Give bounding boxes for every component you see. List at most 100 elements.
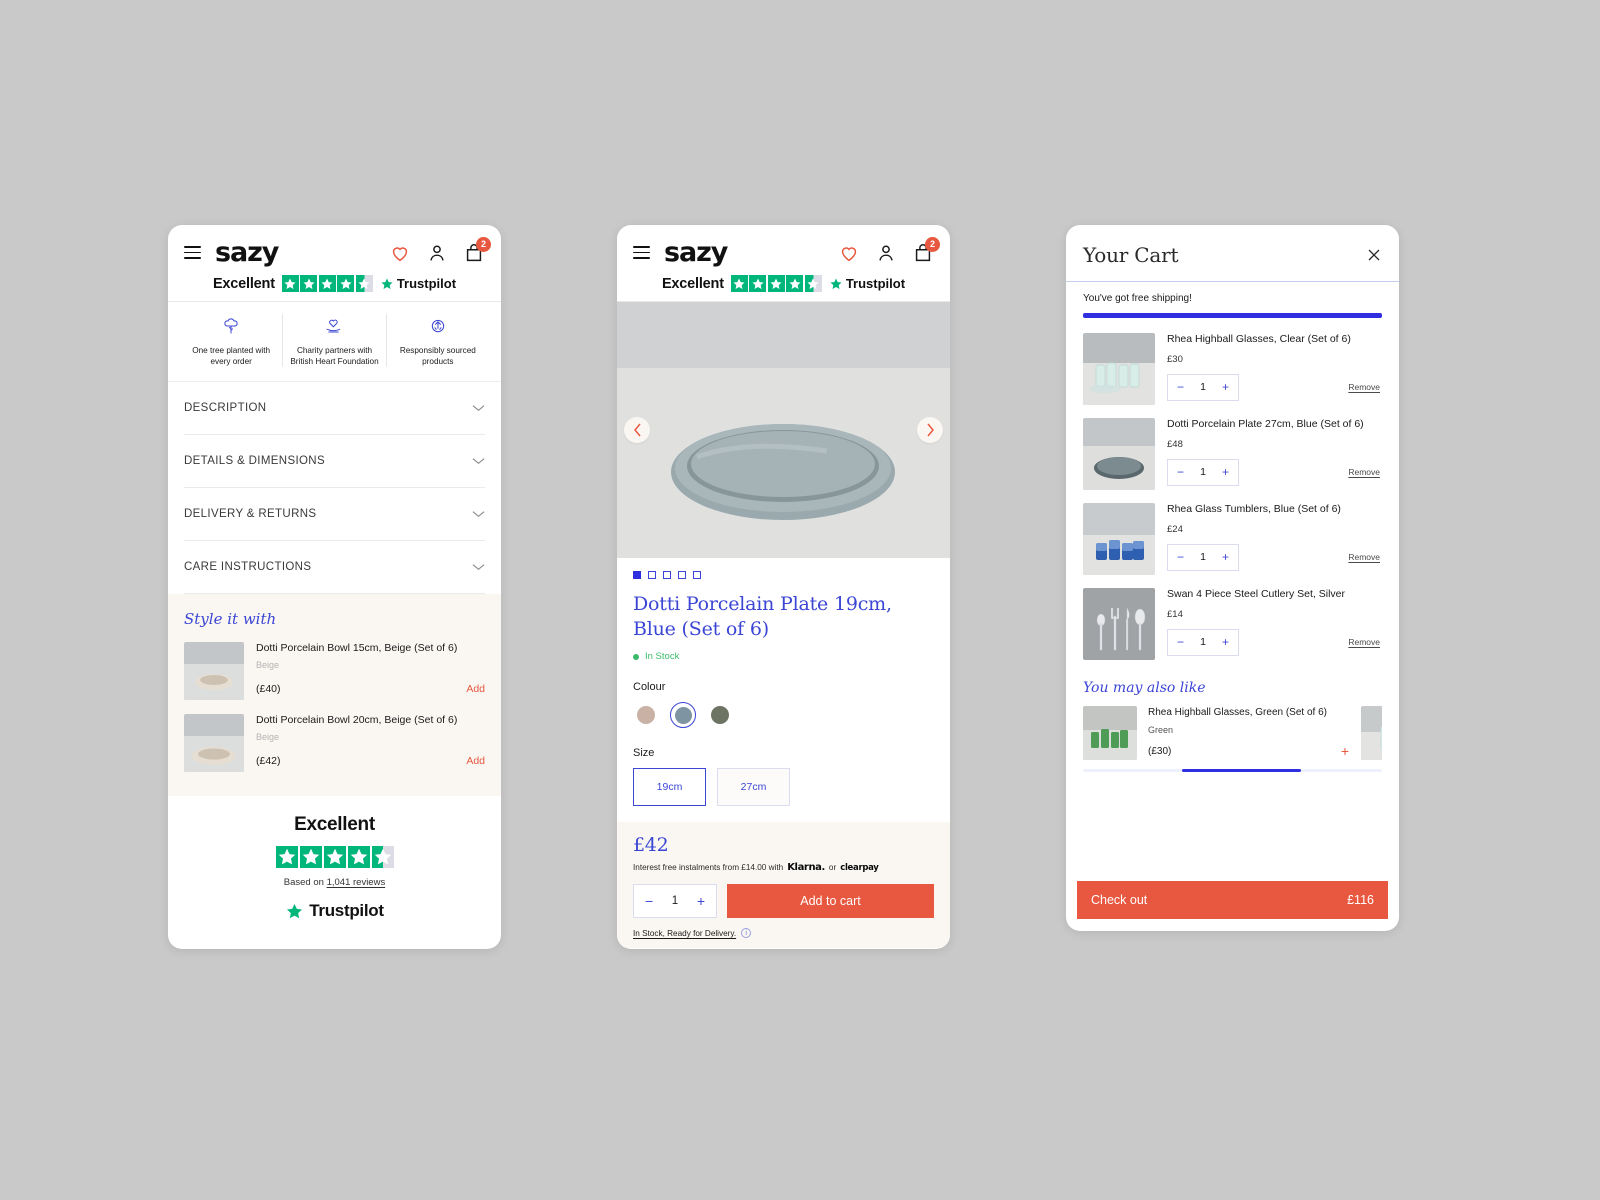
quantity-stepper[interactable]: − 1 + — [1167, 628, 1239, 656]
cart-item-name[interactable]: Swan 4 Piece Steel Cutlery Set, Silver — [1167, 588, 1382, 602]
quantity-decrease-button[interactable]: − — [1177, 381, 1184, 393]
brand-logo[interactable]: sazy — [664, 239, 728, 266]
carousel-scrollbar-track[interactable] — [1083, 769, 1382, 772]
review-count[interactable]: 1,041 reviews — [327, 877, 386, 888]
trustpilot-brand: Trustpilot — [380, 276, 456, 291]
product-thumbnail[interactable] — [1083, 333, 1155, 405]
chevron-down-icon — [472, 511, 485, 518]
info-icon[interactable]: i — [741, 928, 752, 939]
quantity-increase-button[interactable]: + — [1222, 466, 1229, 478]
quantity-value: 1 — [1200, 466, 1206, 479]
accordion-description[interactable]: DESCRIPTION — [184, 382, 485, 436]
quantity-stepper[interactable]: − 1 + — [1167, 543, 1239, 571]
user-icon[interactable] — [875, 242, 897, 264]
quantity-increase-button[interactable]: + — [1222, 381, 1229, 393]
star-icon — [347, 846, 370, 869]
cart-item-controls: − 1 + Remove — [1167, 543, 1382, 571]
product-price: (£30) — [1148, 745, 1172, 757]
product-thumbnail[interactable] — [184, 714, 244, 773]
product-thumbnail[interactable] — [1083, 588, 1155, 660]
product-name[interactable]: Dotti Porcelain Bowl 20cm, Beige (Set of… — [256, 714, 485, 728]
quantity-increase-button[interactable]: + — [1222, 636, 1229, 648]
based-on-prefix: Based on — [283, 877, 327, 889]
pdp-body: Dotti Porcelain Plate 19cm, Blue (Set of… — [617, 579, 950, 807]
accordion-details-dimensions[interactable]: DETAILS & DIMENSIONS — [184, 435, 485, 489]
heart-icon[interactable] — [838, 242, 860, 264]
recommendation-info: Rhea Highball Glasses, Green (Set of 6) … — [1148, 706, 1349, 760]
gallery-prev-button[interactable] — [624, 417, 650, 443]
remove-item-button[interactable]: Remove — [1348, 467, 1380, 477]
trustpilot-strip[interactable]: Excellent Trustpilot — [617, 272, 950, 302]
user-icon[interactable] — [426, 242, 448, 264]
recommendation-item-partial[interactable] — [1361, 706, 1382, 760]
accordion-delivery-returns[interactable]: DELIVERY & RETURNS — [184, 488, 485, 542]
add-button[interactable]: Add — [466, 683, 485, 695]
product-gallery[interactable] — [617, 302, 950, 558]
tree-icon — [186, 314, 276, 338]
quantity-decrease-button[interactable]: − — [1177, 551, 1184, 563]
product-thumbnail[interactable] — [184, 642, 244, 701]
product-thumbnail[interactable] — [1083, 706, 1137, 760]
product-thumbnail[interactable] — [1083, 418, 1155, 490]
remove-item-button[interactable]: Remove — [1348, 552, 1380, 562]
cart-item-info: Rhea Highball Glasses, Clear (Set of 6) … — [1167, 333, 1382, 405]
top-bar-left: sazy 2 — [168, 225, 501, 272]
recommendations-carousel[interactable]: Rhea Highball Glasses, Green (Set of 6) … — [1083, 706, 1382, 760]
accordion-care-instructions[interactable]: CARE INSTRUCTIONS — [184, 541, 485, 595]
gallery-next-button[interactable] — [917, 417, 943, 443]
star-icon — [767, 275, 785, 292]
add-button[interactable]: Add — [466, 755, 485, 767]
add-recommendation-button[interactable]: + — [1341, 744, 1349, 758]
financing-or: or — [828, 863, 837, 873]
star-icon — [337, 275, 355, 292]
cart-item-controls: − 1 + Remove — [1167, 373, 1382, 401]
gallery-dot-5[interactable] — [693, 571, 701, 579]
cart-item-name[interactable]: Dotti Porcelain Plate 27cm, Blue (Set of… — [1167, 418, 1382, 432]
quantity-stepper[interactable]: − 1 + — [1167, 458, 1239, 486]
cart-item-name[interactable]: Rhea Glass Tumblers, Blue (Set of 6) — [1167, 503, 1382, 517]
hamburger-icon[interactable] — [184, 246, 201, 259]
quantity-stepper[interactable]: − 1 + — [633, 884, 717, 919]
quantity-decrease-button[interactable]: − — [1177, 636, 1184, 648]
quantity-value: 1 — [1200, 551, 1206, 564]
add-to-cart-button[interactable]: Add to cart — [727, 884, 934, 919]
phone-panel-pdp-details: sazy 2 Excellent Trustpilot One tree pla… — [168, 225, 501, 949]
checkout-button[interactable]: Check out £116 — [1077, 881, 1388, 919]
gallery-dot-2[interactable] — [648, 571, 656, 579]
quantity-stepper[interactable]: − 1 + — [1167, 373, 1239, 401]
header-icons: 2 — [838, 236, 940, 264]
remove-item-button[interactable]: Remove — [1348, 382, 1380, 392]
trustpilot-strip[interactable]: Excellent Trustpilot — [168, 272, 501, 302]
heart-icon[interactable] — [389, 242, 411, 264]
size-option-27cm[interactable]: 27cm — [717, 768, 790, 807]
quantity-decrease-button[interactable]: − — [645, 894, 653, 908]
brand-logo[interactable]: sazy — [215, 239, 279, 266]
colour-swatch-green[interactable] — [707, 702, 733, 728]
hamburger-icon[interactable] — [633, 246, 650, 259]
colour-swatch-beige[interactable] — [633, 702, 659, 728]
star-icon — [323, 846, 346, 869]
product-thumbnail[interactable] — [1361, 706, 1382, 760]
trustpilot-footer-brand[interactable]: Trustpilot — [168, 901, 501, 921]
product-name[interactable]: Rhea Highball Glasses, Green (Set of 6) — [1148, 706, 1349, 719]
financing-text: Interest free instalments from £14.00 wi… — [633, 863, 784, 873]
cart-item-name[interactable]: Rhea Highball Glasses, Clear (Set of 6) — [1167, 333, 1382, 347]
close-icon[interactable] — [1366, 247, 1382, 263]
gallery-dot-4[interactable] — [678, 571, 686, 579]
phone-panel-cart: Your Cart You've got free shipping! Rhea… — [1066, 225, 1399, 931]
colour-swatch-blue[interactable] — [670, 702, 696, 729]
remove-item-button[interactable]: Remove — [1348, 637, 1380, 647]
quantity-increase-button[interactable]: + — [697, 894, 705, 908]
carousel-scrollbar-thumb[interactable] — [1181, 769, 1302, 772]
size-option-19cm[interactable]: 19cm — [633, 768, 706, 807]
delivery-note[interactable]: In Stock, Ready for Delivery. i — [633, 928, 934, 939]
gallery-dot-3[interactable] — [663, 571, 671, 579]
quantity-increase-button[interactable]: + — [1222, 551, 1229, 563]
product-name[interactable]: Dotti Porcelain Bowl 15cm, Beige (Set of… — [256, 642, 485, 656]
cart-icon-wrapper[interactable]: 2 — [463, 236, 491, 264]
cart-icon-wrapper[interactable]: 2 — [912, 236, 940, 264]
trustpilot-rating-word: Excellent — [212, 275, 275, 292]
product-thumbnail[interactable] — [1083, 503, 1155, 575]
quantity-decrease-button[interactable]: − — [1177, 466, 1184, 478]
gallery-dot-1[interactable] — [633, 571, 641, 579]
